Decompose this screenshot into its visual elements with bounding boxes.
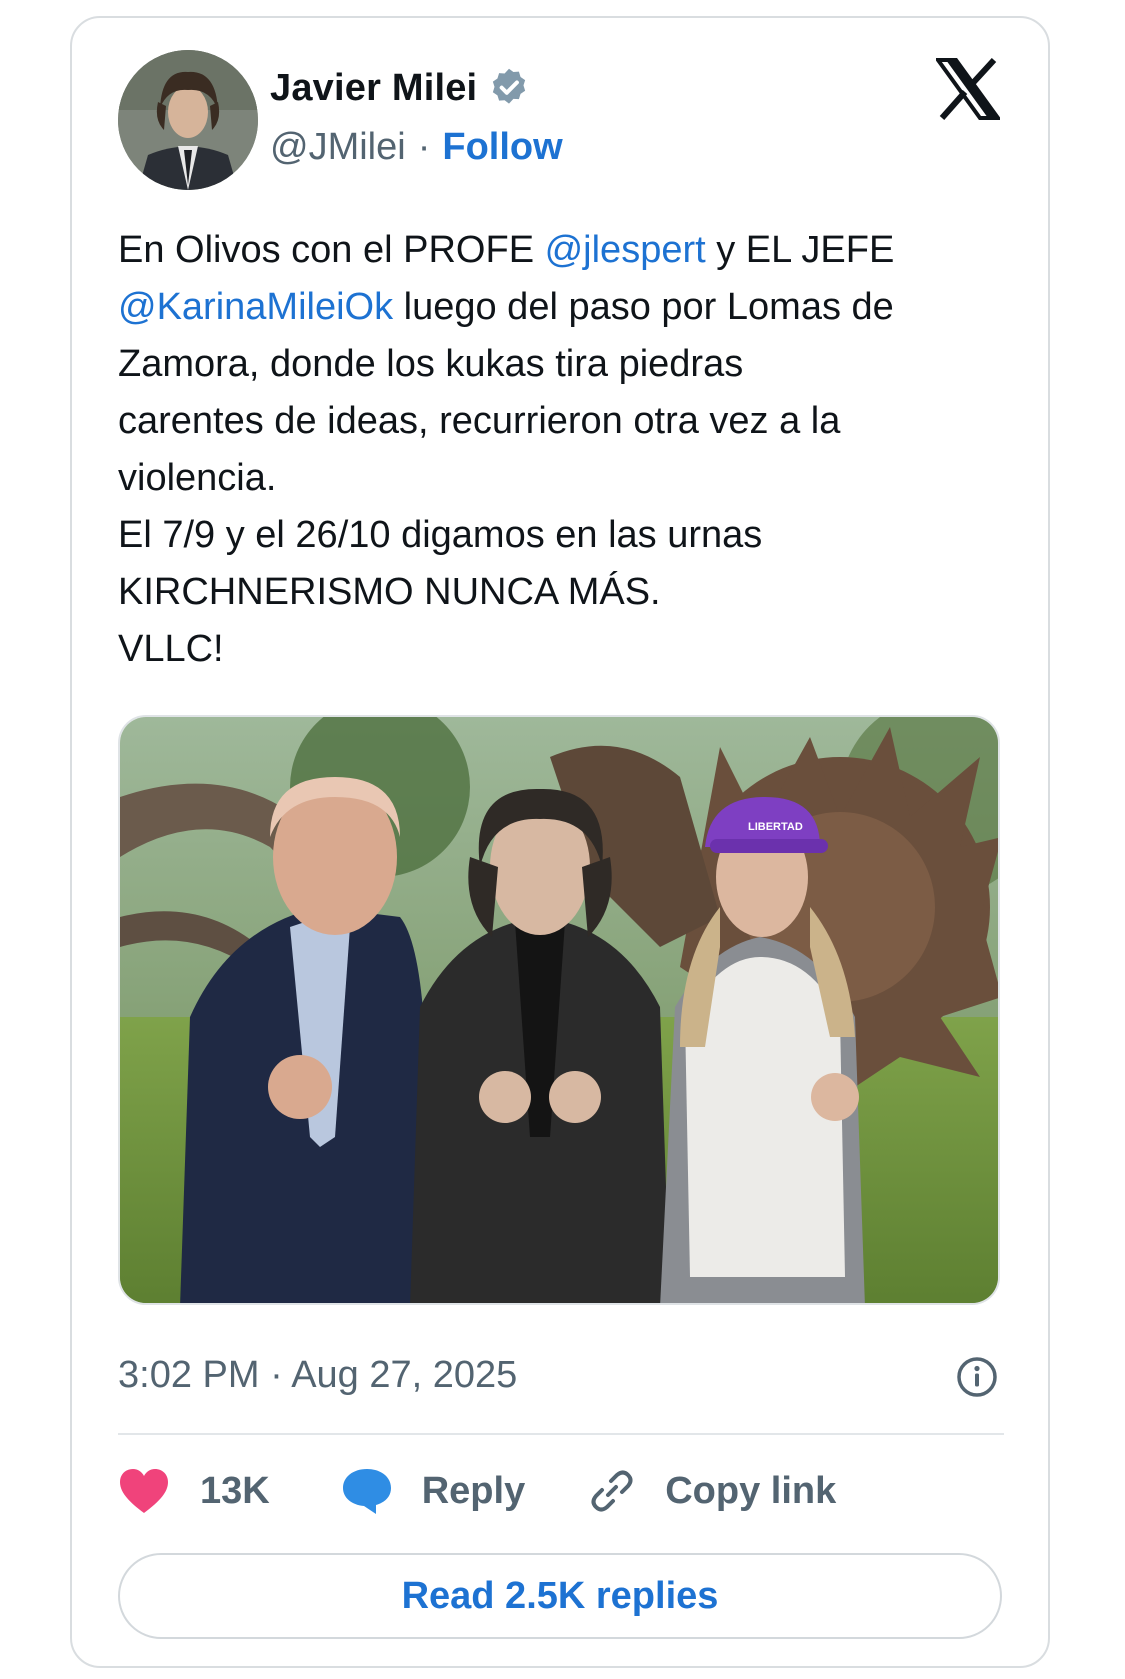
author-name-row: Javier Milei <box>270 66 531 110</box>
x-logo-icon[interactable] <box>936 58 1000 120</box>
photo-illustration: LIBERTAD <box>120 717 998 1303</box>
heart-icon <box>120 1469 168 1513</box>
reply-button[interactable]: Reply <box>340 1466 525 1516</box>
info-icon[interactable] <box>956 1356 998 1398</box>
copy-link-button[interactable]: Copy link <box>587 1466 836 1516</box>
handle-row: @JMilei · Follow <box>270 126 563 169</box>
copy-link-label: Copy link <box>665 1469 837 1512</box>
cap-logo-text: LIBERTAD <box>748 821 803 833</box>
tweet-text-part: En Olivos con el PROFE <box>118 229 545 271</box>
action-bar: 13K Reply Copy link <box>118 1458 836 1524</box>
mention-karinamileiok-link[interactable]: @KarinaMileiOk <box>118 286 393 328</box>
reply-bubble-icon <box>342 1469 391 1514</box>
tweet-photo[interactable]: LIBERTAD <box>118 715 1000 1305</box>
tweet-timestamp[interactable]: 3:02 PM · Aug 27, 2025 <box>118 1354 517 1397</box>
separator-dot: · <box>417 126 431 168</box>
like-button[interactable]: 13K <box>118 1467 270 1515</box>
tweet-text-part: y EL JEFE <box>705 229 895 271</box>
author-name[interactable]: Javier Milei <box>270 67 477 110</box>
like-count: 13K <box>200 1469 270 1512</box>
link-icon <box>591 1470 633 1512</box>
avatar[interactable] <box>118 50 258 190</box>
verified-badge-icon <box>493 68 526 104</box>
read-replies-button[interactable]: Read 2.5K replies <box>118 1553 1002 1639</box>
mention-jlespert-link[interactable]: @jlespert <box>545 229 706 271</box>
tweet-text-part: luego del paso por Lomas de Zamora, dond… <box>118 286 894 670</box>
tweet-card: Javier Milei @JMilei · Follow En Olivos … <box>70 16 1050 1668</box>
tweet-text: En Olivos con el PROFE @jlespert y EL JE… <box>118 222 998 678</box>
reply-label: Reply <box>421 1469 526 1512</box>
author-handle[interactable]: @JMilei <box>270 126 406 169</box>
divider <box>118 1433 1004 1435</box>
follow-button[interactable]: Follow <box>442 126 562 169</box>
